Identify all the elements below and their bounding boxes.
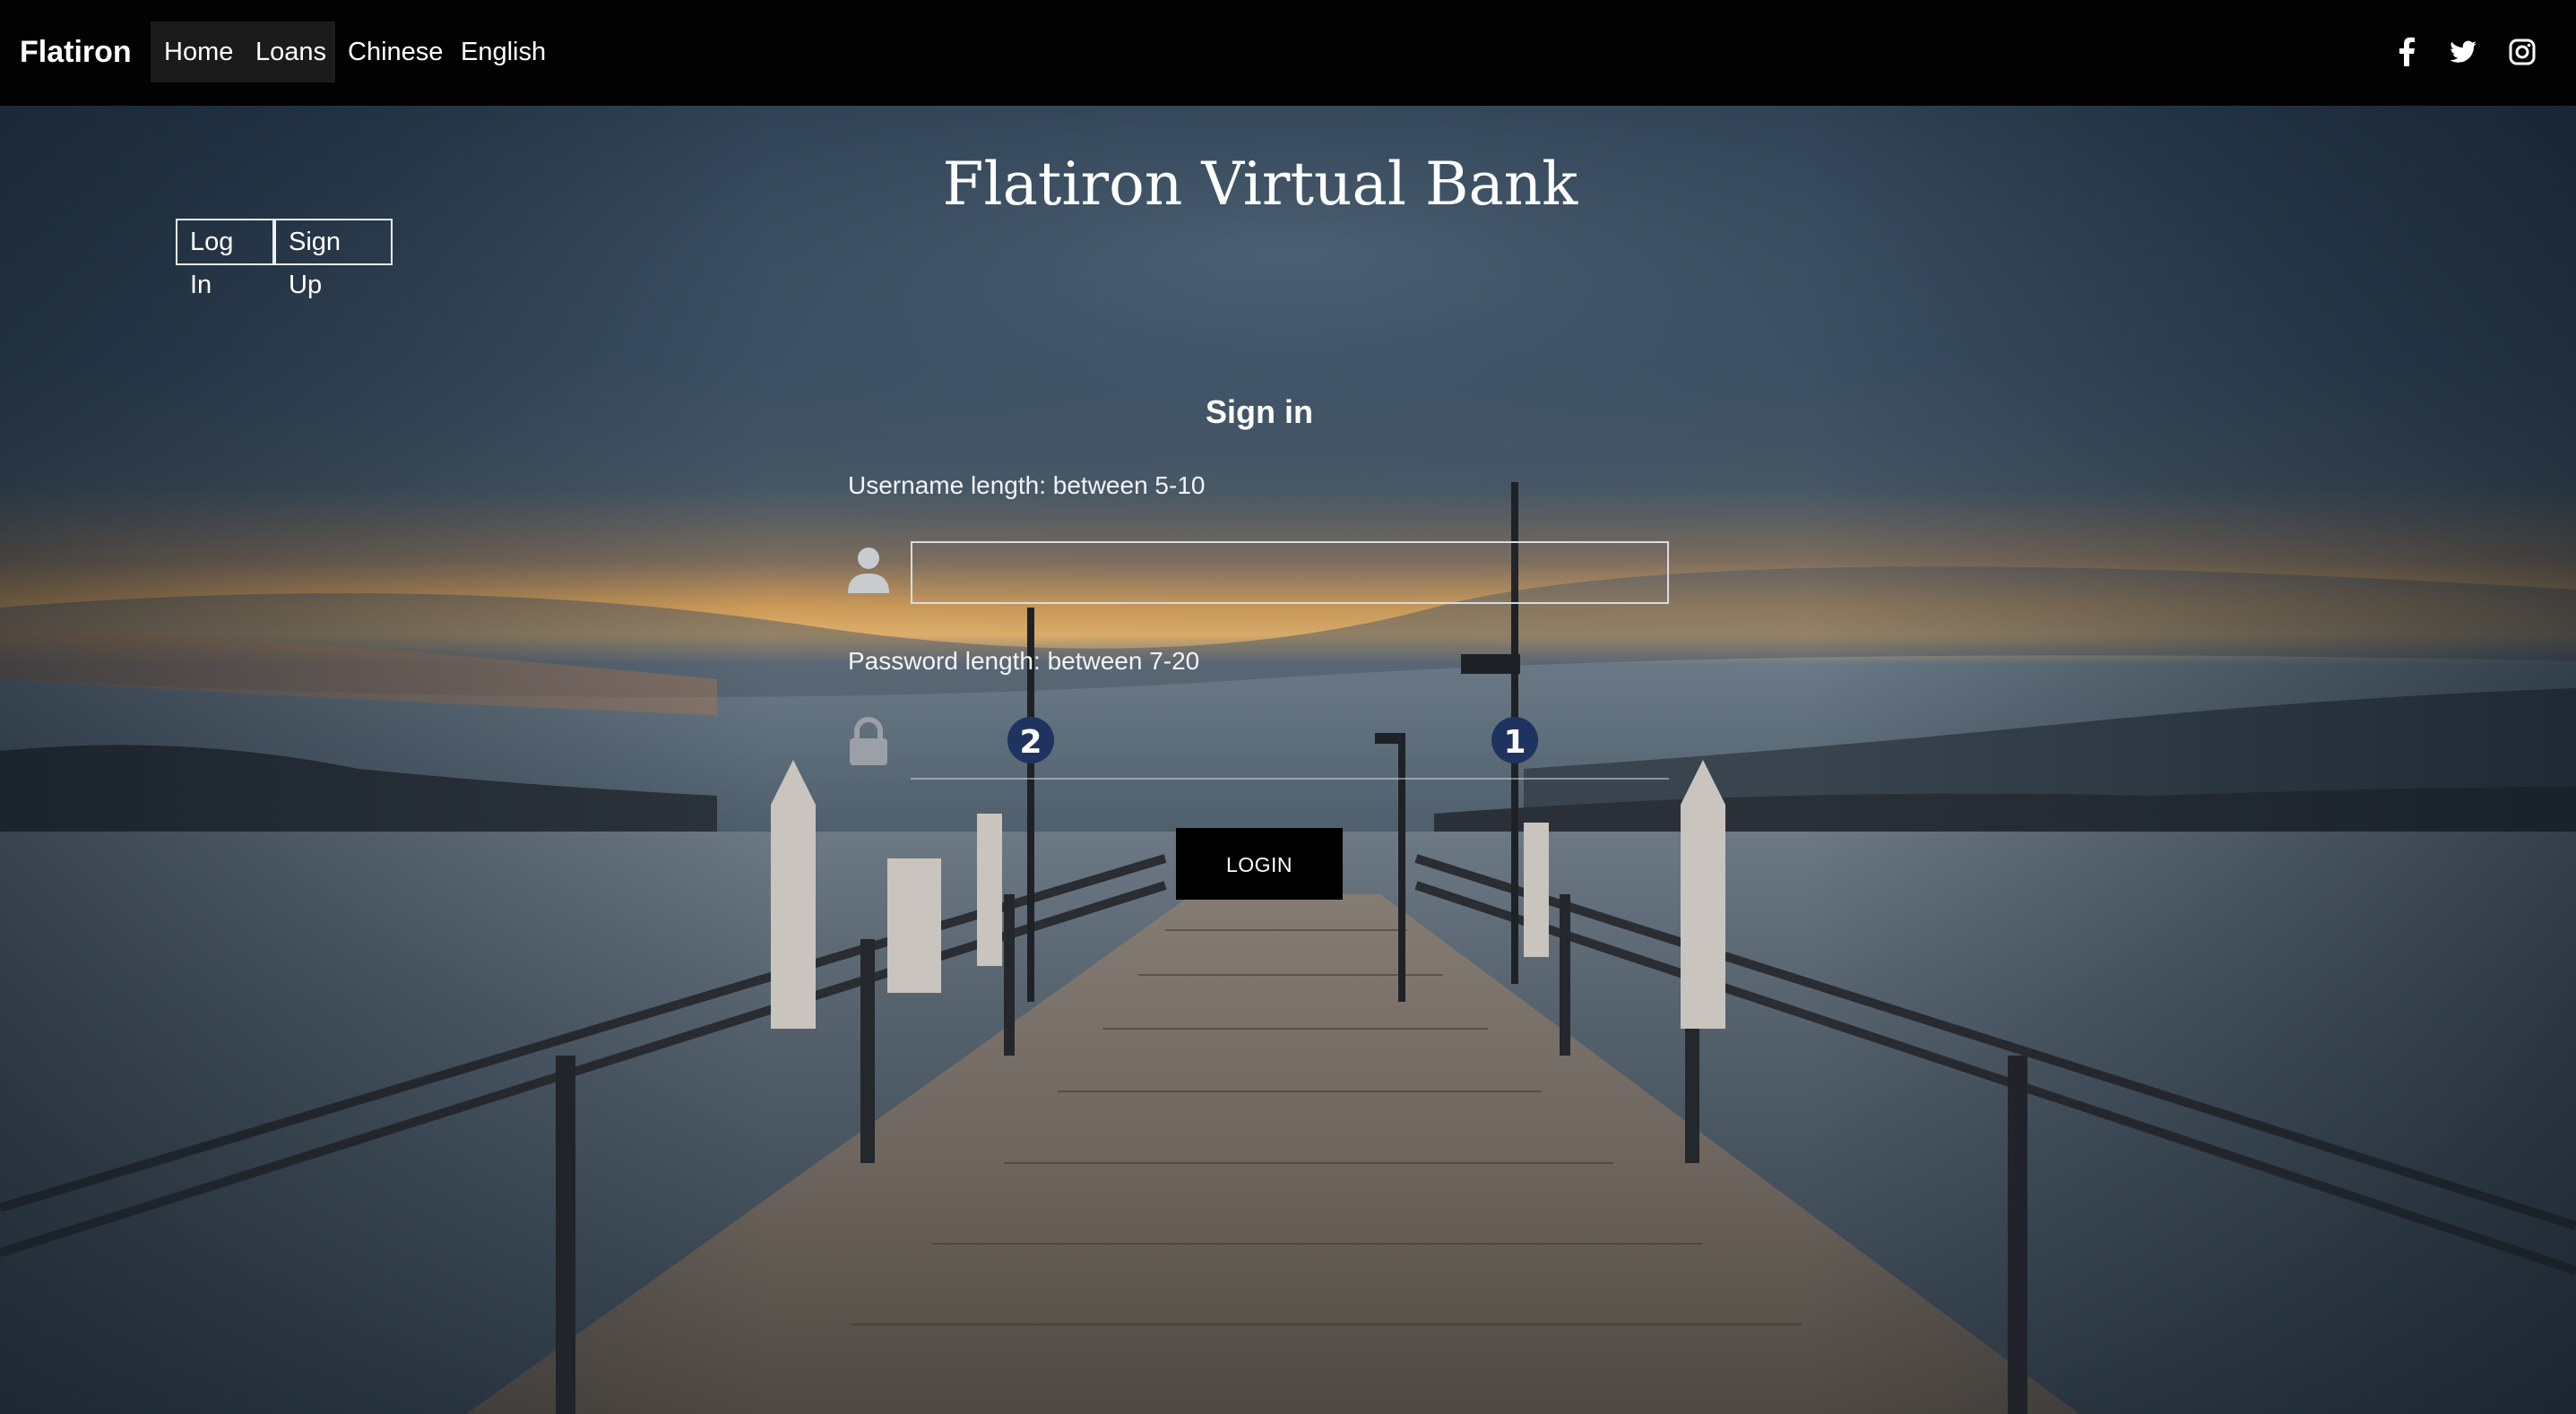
nav-chinese[interactable]: Chinese [348,32,443,72]
nav-english[interactable]: English [461,32,546,72]
username-input[interactable] [911,541,1669,604]
twitter-icon[interactable] [2447,36,2479,68]
login-button[interactable]: LOGIN [1176,828,1343,900]
nav-home[interactable]: Home [164,32,233,72]
password-hint: Password length: between 7-20 [848,647,1200,675]
page-title: Flatiron Virtual Bank [942,150,1578,219]
username-hint: Username length: between 5-10 [848,471,1206,499]
brand-logo[interactable]: Flatiron [20,32,132,72]
sign-up-button[interactable]: Sign Up [274,219,393,299]
instagram-icon[interactable] [2506,36,2538,68]
password-input[interactable] [911,717,1669,780]
nav-loans[interactable]: Loans [255,32,326,72]
signin-heading: Sign in [1206,393,1313,430]
auth-toggle: Log In Sign Up [176,219,393,299]
top-navbar: Flatiron Home Loans Chinese English [0,0,2576,106]
facebook-icon[interactable] [2391,36,2424,68]
page: 2 1 Flatiron Home Loans Chinese English … [0,0,2576,1414]
lock-icon [846,717,891,767]
user-icon [846,545,891,595]
log-in-button[interactable]: Log In [176,219,274,299]
